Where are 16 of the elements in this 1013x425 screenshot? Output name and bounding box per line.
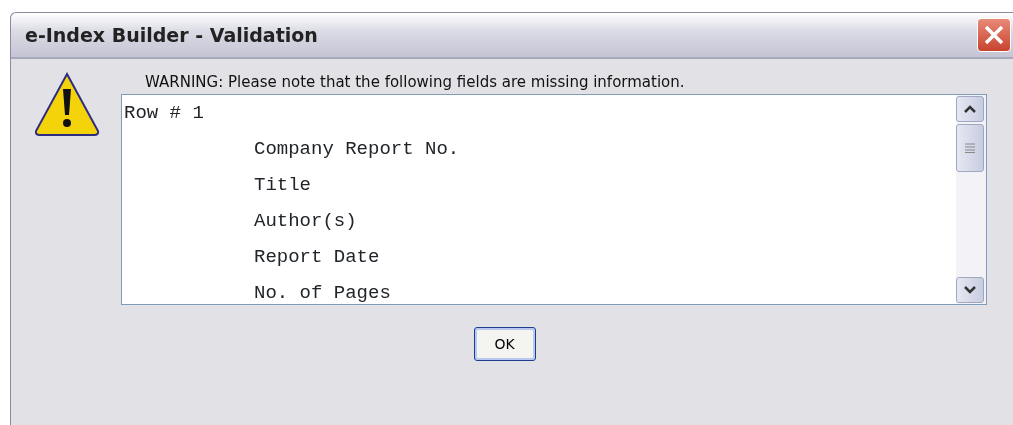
warning-message: WARNING: Please note that the following fields are missing information.	[145, 73, 686, 91]
grip-icon	[965, 143, 975, 153]
listing-line: Row # 1	[124, 101, 204, 126]
scroll-thumb[interactable]	[956, 124, 984, 172]
listing-line: Report Date	[253, 245, 380, 270]
window-title: e-Index Builder - Validation	[25, 22, 318, 48]
ok-button[interactable]: OK	[473, 327, 536, 361]
listing-line: No. of Pages	[253, 281, 391, 304]
scroll-up-button[interactable]	[956, 96, 984, 122]
close-button[interactable]	[977, 18, 1011, 52]
warning-icon	[33, 71, 101, 137]
listing-line: Company Report No.	[253, 137, 460, 162]
listing-line: Author(s)	[253, 209, 357, 234]
close-icon	[983, 24, 1005, 46]
scroll-down-button[interactable]	[956, 277, 984, 303]
listing-line: Title	[253, 173, 311, 198]
